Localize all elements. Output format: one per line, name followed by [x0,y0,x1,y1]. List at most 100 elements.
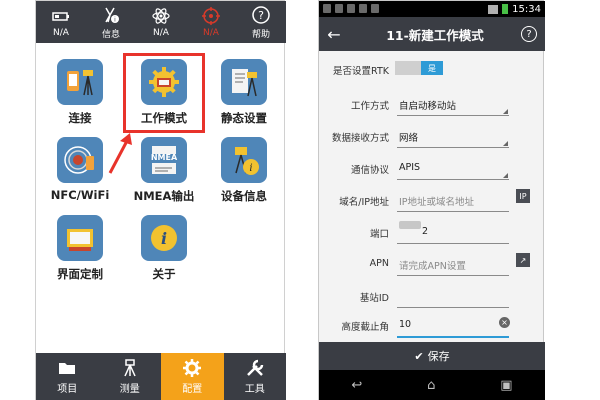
field-label: 工作方式 [350,101,389,112]
back-arrow-icon[interactable]: ← [319,25,349,44]
status-time: 15:34 [512,3,541,15]
rtk-toggle-on: 是 [421,61,443,75]
tab-config[interactable]: 配置 [161,353,224,400]
field-apn: APN 请完成APN设置 [319,251,545,281]
bottom-bar: 项目 测量 配置 工具 [36,353,286,400]
atom-icon [152,8,170,24]
field-ip: 域名/IP地址 IP地址或域名地址 [319,187,545,217]
top-bar-label: 帮助 [251,29,270,40]
top-bar-info[interactable]: i 信息 [86,1,136,43]
top-bar-label: N/A [153,28,169,38]
about-icon: i [141,215,187,261]
field-data-receive[interactable]: 数据接收方式 网络 [319,123,545,153]
field-label: 高度截止角 [341,322,389,333]
device-info-icon: i [221,137,267,183]
static-settings-icon [221,59,267,105]
app-label: 静态设置 [221,111,267,125]
battery-icon [502,4,509,14]
svg-text:i: i [249,163,252,174]
app-label: 设备信息 [221,189,267,203]
apn-input[interactable]: 请完成APN设置 [399,258,466,272]
work-mode-select[interactable]: 自启动移动站 [399,98,456,112]
clear-icon[interactable]: × [499,317,510,328]
cutoff-angle-input[interactable]: 10 [399,319,411,330]
ip-input[interactable]: IP地址或域名地址 [399,194,474,208]
notification-icon [371,4,379,13]
field-label: 端口 [369,229,389,240]
app-about[interactable]: i 关于 [124,215,204,293]
gear-icon [183,359,202,377]
svg-text:?: ? [258,9,264,22]
top-bar-position[interactable]: N/A [186,1,236,43]
tab-label: 测量 [119,384,140,395]
field-cutoff-angle: 高度截止角 10 [319,312,545,342]
notification-icon [359,4,367,13]
tools-icon [246,359,263,376]
field-label: 通信协议 [350,165,389,176]
tab-measure[interactable]: 测量 [99,353,162,400]
top-bar-satellite[interactable]: N/A [136,1,186,43]
notification-icon [347,4,355,13]
ip-button[interactable]: IP [516,189,530,203]
connect-icon [57,59,103,105]
nmea-icon-text: NMEA [150,153,178,162]
check-icon: ✔ [414,349,424,363]
left-phone-screen: N/A i 信息 N/A N/A ? 帮助 连接 工作模式 静态设置 NFC/W… [35,0,286,400]
tab-tools[interactable]: 工具 [224,353,287,400]
save-button[interactable]: ✔ 保存 [319,342,545,370]
app-static-settings[interactable]: 静态设置 [204,59,284,137]
info-tower-icon: i [105,7,119,23]
app-label: 界面定制 [57,267,103,281]
save-label: 保存 [427,350,450,363]
app-ui-custom[interactable]: 界面定制 [40,215,120,293]
top-bar-help[interactable]: ? 帮助 [236,1,286,43]
app-label: NFC/WiFi [50,188,110,202]
field-underline [397,211,509,212]
page-title: 11-新建工作模式 [386,27,484,43]
folder-icon [59,363,76,374]
home-nav-icon[interactable]: ⌂ [427,378,435,393]
dropdown-triangle-icon [503,141,508,146]
svg-text:i: i [161,229,167,248]
notification-icon [335,4,343,13]
app-connect[interactable]: 连接 [40,59,120,137]
tab-label: 项目 [57,384,78,395]
app-label: 关于 [152,267,176,281]
help-icon: ? [252,5,270,24]
field-work-mode[interactable]: 工作方式 自启动移动站 [319,91,545,121]
signal-icon [488,4,499,14]
field-label: APN [369,258,389,269]
field-label: 域名/IP地址 [339,197,389,208]
notification-icon [323,4,331,13]
tab-label: 工具 [244,384,265,395]
top-bar: N/A i 信息 N/A N/A ? 帮助 [36,1,286,43]
protocol-select[interactable]: APIS [399,162,420,173]
field-port: 端口 2 [319,219,545,249]
system-nav-bar: ↩ ⌂ ▣ [319,370,545,400]
crosshair-icon [202,7,220,25]
app-label: 连接 [68,111,92,125]
field-underline [397,307,509,308]
nmea-icon: NMEA [141,137,187,183]
rtk-toggle[interactable]: 是 [395,61,443,75]
port-input[interactable]: 2 [422,226,428,237]
right-phone-screen: 15:34 ← 11-新建工作模式 ? 是否设置RTK 是 工作方式 自启动移动… [318,0,545,400]
ui-custom-icon [57,215,103,261]
survey-icon [124,359,136,377]
app-device-info[interactable]: i 设备信息 [204,137,284,215]
field-protocol[interactable]: 通信协议 APIS [319,155,545,185]
dropdown-triangle-icon [503,109,508,114]
tab-project[interactable]: 项目 [36,353,99,400]
data-receive-select[interactable]: 网络 [399,130,418,144]
field-label: 基站ID [359,293,389,304]
back-nav-icon[interactable]: ↩ [351,378,362,393]
highlight-box [123,53,205,133]
apn-open-icon[interactable]: ↗ [516,253,530,267]
nfc-wifi-icon [57,137,103,183]
field-underline [397,275,509,276]
help-icon[interactable]: ? [521,26,537,42]
top-bar-device[interactable]: N/A [36,1,86,43]
recents-nav-icon[interactable]: ▣ [500,378,512,393]
app-nmea-output[interactable]: NMEA NMEA输出 [124,137,204,215]
field-underline [397,147,509,148]
